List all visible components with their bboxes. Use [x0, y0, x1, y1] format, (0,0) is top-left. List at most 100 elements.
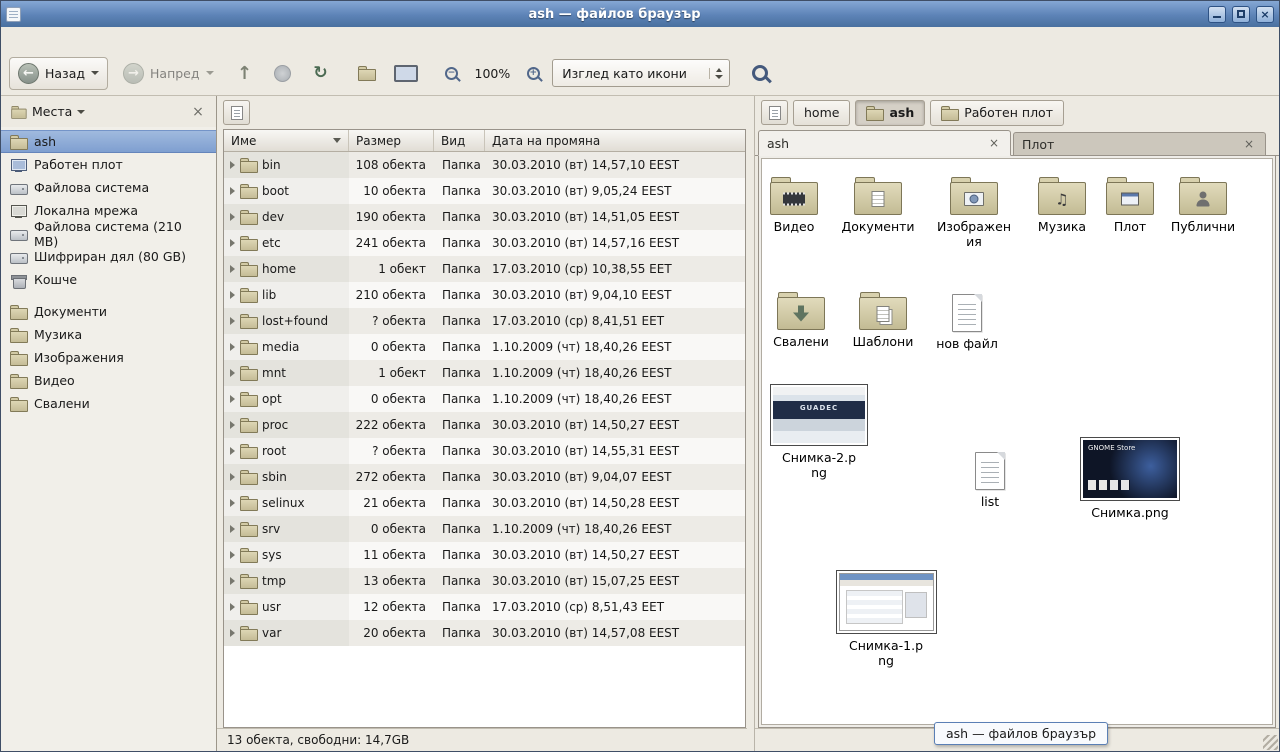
table-row[interactable]: boot 10 обекта Папка 30.03.2010 (вт) 9,0…: [224, 178, 745, 204]
column-header-type[interactable]: Вид: [434, 130, 485, 151]
expander-icon[interactable]: [230, 551, 235, 559]
menu-item[interactable]: [25, 36, 45, 42]
sidebar-item[interactable]: Файлова система: [1, 176, 216, 199]
location-toggle-button[interactable]: [761, 100, 788, 125]
reload-button[interactable]: ↻: [305, 57, 337, 89]
column-header-date[interactable]: Дата на промяна: [485, 130, 745, 151]
table-row[interactable]: sbin 272 обекта Папка 30.03.2010 (вт) 9,…: [224, 464, 745, 490]
menu-item[interactable]: [85, 36, 105, 42]
location-toggle-button[interactable]: [223, 100, 250, 125]
icon-item-snimka[interactable]: GNOME Store Снимка.png: [1088, 437, 1172, 520]
icon-item-video[interactable]: Видео: [761, 177, 836, 234]
table-row[interactable]: bin 108 обекта Папка 30.03.2010 (вт) 14,…: [224, 152, 745, 178]
sidebar-close-button[interactable]: ×: [189, 104, 207, 120]
zoom-out-button[interactable]: −: [439, 60, 465, 86]
sidebar-item[interactable]: ash: [1, 130, 216, 153]
expander-icon[interactable]: [230, 473, 235, 481]
sidebar-item[interactable]: Документи: [1, 300, 216, 323]
table-row[interactable]: home 1 обект Папка 17.03.2010 (ср) 10,38…: [224, 256, 745, 282]
icon-item-list[interactable]: list: [948, 452, 1032, 509]
tab-desktop[interactable]: Плот ×: [1013, 132, 1266, 155]
expander-icon[interactable]: [230, 421, 235, 429]
view-mode-select[interactable]: Изглед като икони: [552, 59, 730, 87]
expander-icon[interactable]: [230, 447, 235, 455]
expander-icon[interactable]: [230, 499, 235, 507]
zoom-in-button[interactable]: +: [520, 60, 546, 86]
tab-close-icon[interactable]: ×: [1241, 136, 1257, 152]
menu-item[interactable]: [45, 36, 65, 42]
expander-icon[interactable]: [230, 213, 235, 221]
expander-icon[interactable]: [230, 525, 235, 533]
back-button[interactable]: ← Назад: [9, 57, 108, 90]
expander-icon[interactable]: [230, 291, 235, 299]
sidebar-item[interactable]: Файлова система (210 MB): [1, 222, 216, 245]
expander-icon[interactable]: [230, 239, 235, 247]
maximize-button[interactable]: [1232, 6, 1250, 23]
expander-icon[interactable]: [230, 395, 235, 403]
sidebar-item[interactable]: Кошче: [1, 268, 216, 291]
close-button[interactable]: ×: [1256, 6, 1274, 23]
expander-icon[interactable]: [230, 317, 235, 325]
resize-grip[interactable]: [1263, 735, 1278, 750]
expander-icon[interactable]: [230, 603, 235, 611]
sidebar-item[interactable]: Изображения: [1, 346, 216, 369]
sidebar-item[interactable]: Работен плот: [1, 153, 216, 176]
computer-button[interactable]: [389, 57, 421, 89]
expander-icon[interactable]: [230, 369, 235, 377]
table-row[interactable]: usr 12 обекта Папка 17.03.2010 (ср) 8,51…: [224, 594, 745, 620]
expander-icon[interactable]: [230, 577, 235, 585]
icon-item-documents[interactable]: Документи: [836, 177, 920, 234]
icon-item-public[interactable]: Публични: [1161, 177, 1245, 234]
breadcrumb-ash[interactable]: ash: [855, 100, 925, 126]
icon-item-desktop[interactable]: Плот: [1088, 177, 1172, 234]
home-button[interactable]: [351, 57, 383, 89]
expander-icon[interactable]: [230, 187, 235, 195]
expander-icon[interactable]: [230, 161, 235, 169]
tab-close-icon[interactable]: ×: [986, 135, 1002, 151]
forward-button[interactable]: → Напред: [114, 57, 223, 90]
icon-item-templates[interactable]: Шаблони: [841, 292, 925, 349]
table-row[interactable]: lost+found ? обекта Папка 17.03.2010 (ср…: [224, 308, 745, 334]
table-row[interactable]: var 20 обекта Папка 30.03.2010 (вт) 14,5…: [224, 620, 745, 646]
icon-item-downloads[interactable]: Свалени: [761, 292, 843, 349]
sidebar-title[interactable]: Места: [32, 104, 72, 119]
up-button[interactable]: ↑: [229, 57, 261, 89]
table-row[interactable]: media 0 обекта Папка 1.10.2009 (чт) 18,4…: [224, 334, 745, 360]
table-row[interactable]: lib 210 обекта Папка 30.03.2010 (вт) 9,0…: [224, 282, 745, 308]
menu-item[interactable]: [105, 36, 125, 42]
table-row[interactable]: opt 0 обекта Папка 1.10.2009 (чт) 18,40,…: [224, 386, 745, 412]
table-row[interactable]: root ? обекта Папка 30.03.2010 (вт) 14,5…: [224, 438, 745, 464]
table-row[interactable]: etc 241 обекта Папка 30.03.2010 (вт) 14,…: [224, 230, 745, 256]
table-row[interactable]: proc 222 обекта Папка 30.03.2010 (вт) 14…: [224, 412, 745, 438]
expander-icon[interactable]: [230, 343, 235, 351]
sidebar-item[interactable]: Свалени: [1, 392, 216, 415]
table-row[interactable]: mnt 1 обект Папка 1.10.2009 (чт) 18,40,2…: [224, 360, 745, 386]
expander-icon[interactable]: [230, 265, 235, 273]
icon-view[interactable]: Видео Документи Изображения ♫ Музика: [761, 158, 1273, 725]
sidebar-item[interactable]: Музика: [1, 323, 216, 346]
sidebar-item[interactable]: [1, 291, 216, 300]
tab-ash[interactable]: ash ×: [758, 130, 1011, 156]
table-row[interactable]: selinux 21 обекта Папка 30.03.2010 (вт) …: [224, 490, 745, 516]
search-button[interactable]: [744, 57, 776, 89]
icon-item-new-file[interactable]: нов файл: [925, 294, 1009, 351]
table-row[interactable]: tmp 13 обекта Папка 30.03.2010 (вт) 15,0…: [224, 568, 745, 594]
icon-item-snimka2[interactable]: GUADEC Снимка-2.png: [777, 384, 861, 480]
menu-item[interactable]: [5, 36, 25, 42]
icon-item-snimka1[interactable]: Снимка-1.png: [844, 570, 928, 668]
column-header-name[interactable]: Име: [224, 130, 349, 151]
table-row[interactable]: dev 190 обекта Папка 30.03.2010 (вт) 14,…: [224, 204, 745, 230]
sidebar-item[interactable]: Видео: [1, 369, 216, 392]
pane-splitter[interactable]: [747, 96, 754, 751]
breadcrumb-home[interactable]: home: [793, 100, 850, 126]
menu-item[interactable]: [65, 36, 85, 42]
table-row[interactable]: srv 0 обекта Папка 1.10.2009 (чт) 18,40,…: [224, 516, 745, 542]
stop-button[interactable]: [267, 57, 299, 89]
expander-icon[interactable]: [230, 629, 235, 637]
icon-item-images[interactable]: Изображения: [932, 177, 1016, 249]
titlebar[interactable]: ash — файлов браузър ×: [1, 1, 1279, 27]
minimize-button[interactable]: [1208, 6, 1226, 23]
column-header-size[interactable]: Размер: [349, 130, 434, 151]
table-row[interactable]: sys 11 обекта Папка 30.03.2010 (вт) 14,5…: [224, 542, 745, 568]
breadcrumb-desktop[interactable]: Работен плот: [930, 100, 1064, 126]
